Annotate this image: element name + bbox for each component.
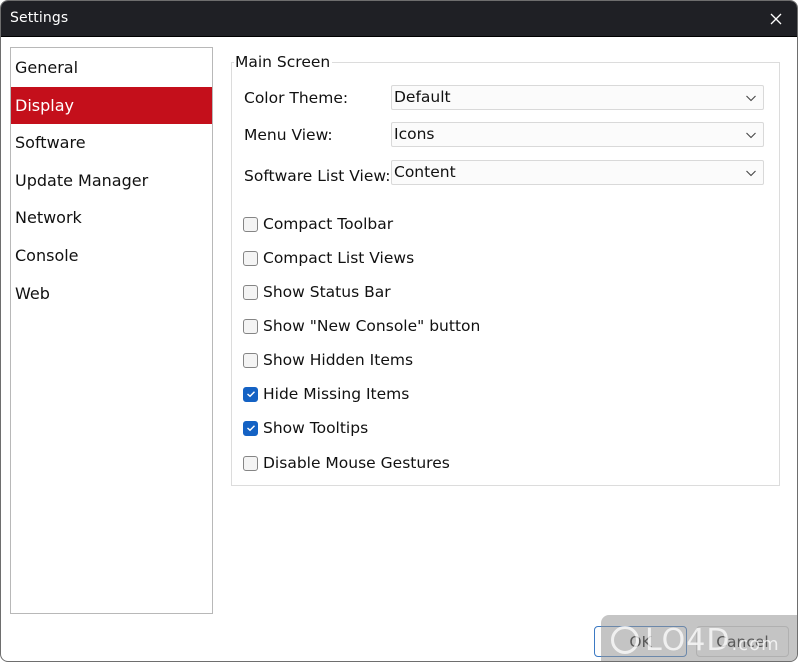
show-new-console-button-label: Show "New Console" button (263, 317, 481, 335)
window-title: Settings (10, 10, 69, 26)
sidebar-item-label: Console (15, 245, 79, 265)
checkmark-icon (246, 425, 255, 432)
sidebar-item-label: Display (15, 95, 74, 115)
show-tooltips-label: Show Tooltips (263, 419, 369, 437)
show-tooltips-checkbox[interactable] (243, 420, 258, 436)
main-screen-group-title: Main Screen (234, 53, 333, 71)
settings-category-list[interactable]: General Display Software Update Manager … (10, 47, 213, 614)
software-list-view-row: Software List View: Content (244, 160, 765, 186)
sidebar-item-label: Network (15, 208, 82, 228)
compact-toolbar-checkbox-row[interactable]: Compact Toolbar (243, 213, 393, 235)
color-theme-row: Color Theme: Default (244, 85, 765, 111)
software-list-view-value: Content (394, 163, 456, 181)
sidebar-item-software[interactable]: Software (11, 124, 212, 162)
sidebar-item-network[interactable]: Network (11, 199, 212, 237)
sidebar-item-label: General (15, 58, 79, 77)
close-icon (770, 13, 782, 25)
hide-missing-items-checkbox[interactable] (243, 386, 258, 402)
checkmark-icon (246, 391, 255, 398)
close-button[interactable] (763, 6, 789, 32)
menu-view-row: Menu View: Icons (244, 122, 765, 148)
show-status-bar-checkbox-row[interactable]: Show Status Bar (243, 281, 391, 303)
ok-button[interactable]: OK (594, 626, 687, 657)
disable-mouse-gestures-label: Disable Mouse Gestures (263, 454, 450, 472)
show-status-bar-label: Show Status Bar (263, 283, 391, 301)
compact-toolbar-checkbox[interactable] (243, 216, 258, 232)
software-list-view-label: Software List View: (244, 167, 391, 185)
sidebar-item-console[interactable]: Console (11, 237, 212, 275)
chevron-down-icon (746, 95, 756, 102)
sidebar-item-label: Software (15, 133, 86, 153)
sidebar-item-label: Web (15, 283, 50, 303)
color-theme-value: Default (394, 88, 451, 106)
hide-missing-items-label: Hide Missing Items (263, 385, 410, 403)
disable-mouse-gestures-checkbox[interactable] (243, 455, 258, 471)
chevron-down-icon (746, 170, 756, 177)
title-bar: Settings (1, 1, 797, 37)
show-new-console-button-checkbox-row[interactable]: Show "New Console" button (243, 315, 480, 337)
settings-window: Settings General Display Software Update… (0, 0, 798, 662)
chevron-down-icon (746, 132, 756, 139)
show-status-bar-checkbox[interactable] (243, 284, 258, 300)
show-new-console-button-checkbox[interactable] (243, 318, 258, 334)
cancel-button[interactable]: Cancel (696, 626, 789, 657)
menu-view-value: Icons (394, 125, 435, 143)
sidebar-item-display[interactable]: Display (11, 86, 212, 125)
menu-view-label: Menu View: (244, 126, 333, 144)
color-theme-label: Color Theme: (244, 89, 349, 107)
sidebar-item-web[interactable]: Web (11, 275, 212, 313)
sidebar-item-update-manager[interactable]: Update Manager (11, 162, 212, 200)
show-hidden-items-checkbox-row[interactable]: Show Hidden Items (243, 349, 413, 371)
disable-mouse-gestures-checkbox-row[interactable]: Disable Mouse Gestures (243, 452, 450, 474)
color-theme-select[interactable]: Default (391, 85, 764, 110)
sidebar-item-label: Update Manager (15, 170, 149, 190)
sidebar-item-general[interactable]: General (11, 49, 212, 87)
compact-list-views-label: Compact List Views (263, 249, 415, 267)
compact-list-views-checkbox[interactable] (243, 250, 258, 266)
show-hidden-items-label: Show Hidden Items (263, 351, 414, 369)
software-list-view-select[interactable]: Content (391, 160, 764, 185)
menu-view-select[interactable]: Icons (391, 122, 764, 147)
hide-missing-items-checkbox-row[interactable]: Hide Missing Items (243, 383, 409, 405)
compact-toolbar-label: Compact Toolbar (263, 215, 394, 233)
show-tooltips-checkbox-row[interactable]: Show Tooltips (243, 417, 368, 439)
show-hidden-items-checkbox[interactable] (243, 352, 258, 368)
compact-list-views-checkbox-row[interactable]: Compact List Views (243, 247, 414, 269)
